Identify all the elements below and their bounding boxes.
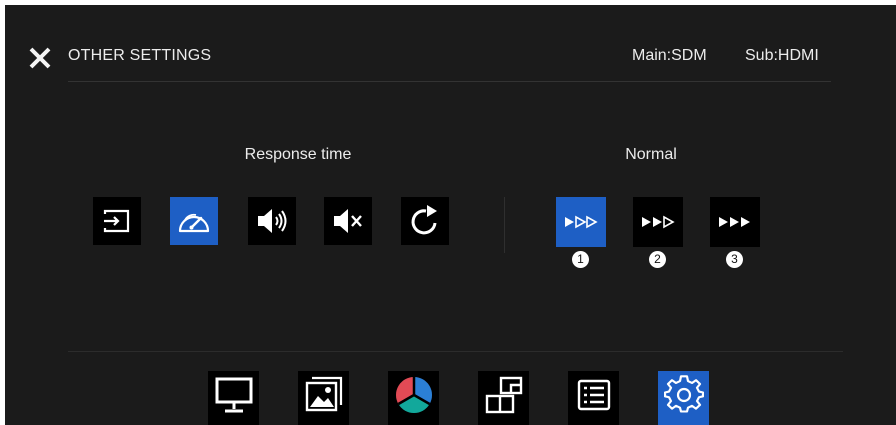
response-time-label: Response time xyxy=(244,146,352,163)
close-button[interactable] xyxy=(27,45,53,71)
response-mode-value: Normal xyxy=(625,146,677,163)
response-time-button[interactable] xyxy=(170,197,218,245)
speedometer-icon xyxy=(178,213,210,233)
menu-item-display[interactable] xyxy=(208,371,259,425)
main-source-label: Main:SDM xyxy=(632,47,707,64)
menu-item-system[interactable] xyxy=(568,371,619,425)
volume-button[interactable] xyxy=(248,197,296,245)
osd-panel: OTHER SETTINGS Main:SDM Sub:HDMI Respons… xyxy=(5,5,896,425)
picture-icon xyxy=(305,376,342,412)
mode-option-1[interactable] xyxy=(556,197,606,247)
section-divider xyxy=(504,197,505,253)
mode-badge-1: 1 xyxy=(572,251,589,268)
volume-icon xyxy=(258,209,287,233)
gear-icon xyxy=(663,375,704,413)
reset-button[interactable] xyxy=(401,197,449,245)
fast-forward-fast-icon xyxy=(642,215,675,229)
mute-icon xyxy=(334,209,362,233)
mode-badge-3: 3 xyxy=(726,251,743,268)
menu-item-color[interactable] xyxy=(388,371,439,425)
page-title: OTHER SETTINGS xyxy=(68,47,212,64)
list-icon xyxy=(577,379,610,411)
fast-forward-normal-icon xyxy=(565,215,598,229)
color-icon xyxy=(395,377,432,414)
sub-source-label: Sub:HDMI xyxy=(745,47,819,64)
header-divider xyxy=(68,81,831,82)
reset-icon xyxy=(411,205,437,235)
close-icon xyxy=(29,47,51,69)
fast-forward-fastest-icon xyxy=(719,217,750,227)
mute-button[interactable] xyxy=(324,197,372,245)
multi-window-icon xyxy=(485,376,522,414)
monitor-icon xyxy=(215,377,252,413)
mode-option-2[interactable] xyxy=(633,197,683,247)
input-icon xyxy=(103,209,130,233)
input-button[interactable] xyxy=(93,197,141,245)
menu-item-picture[interactable] xyxy=(298,371,349,425)
mode-badge-2: 2 xyxy=(649,251,666,268)
menu-divider xyxy=(68,351,843,352)
mode-option-3[interactable] xyxy=(710,197,760,247)
menu-item-multi-window[interactable] xyxy=(478,371,529,425)
menu-item-other-settings[interactable] xyxy=(658,371,709,425)
